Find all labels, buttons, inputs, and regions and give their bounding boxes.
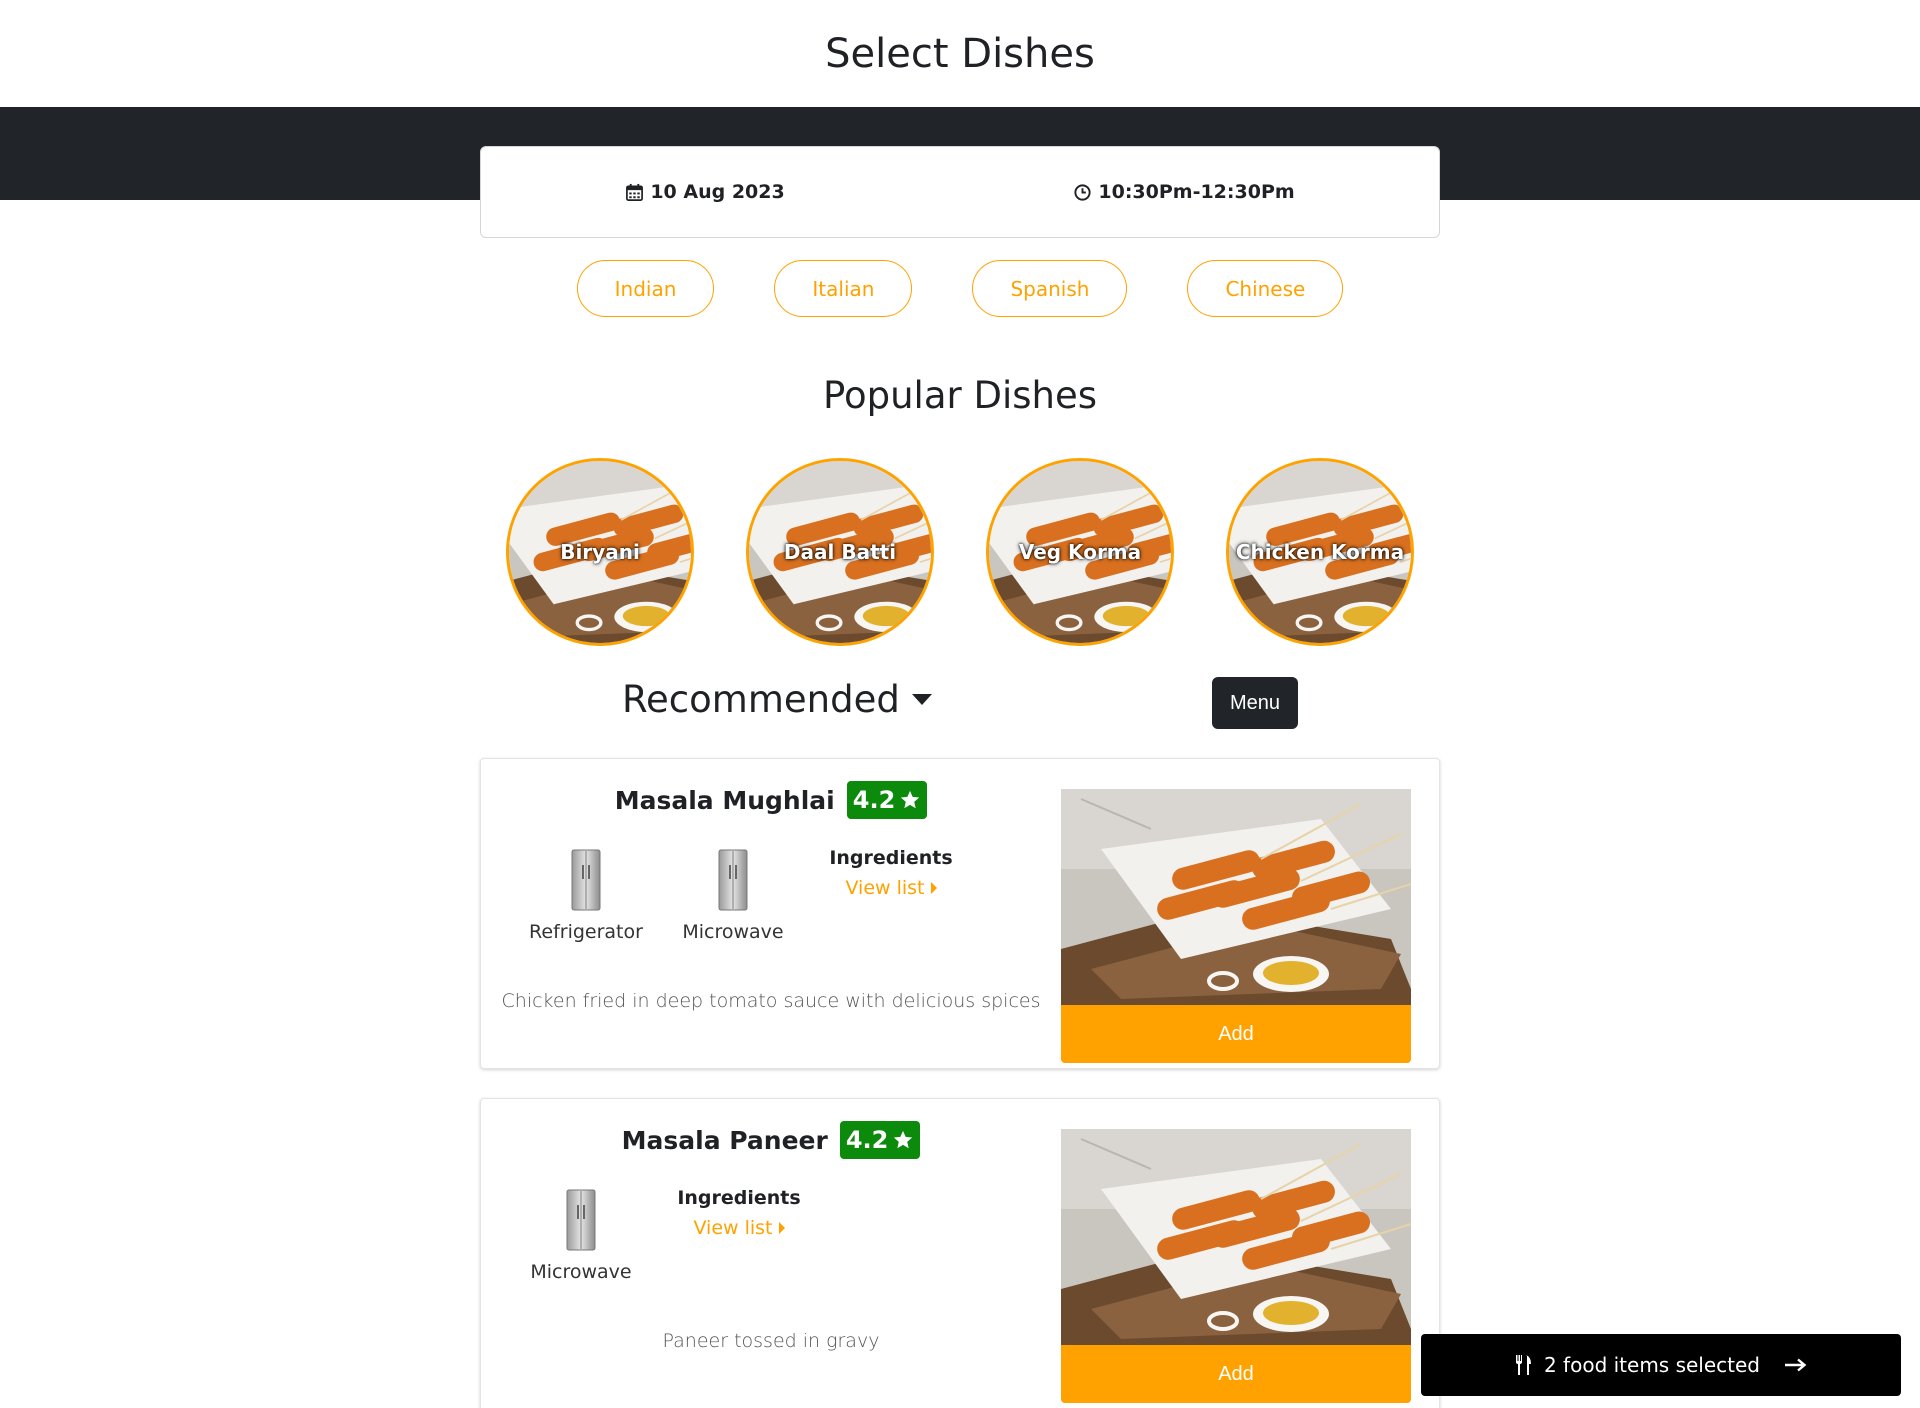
popular-dish-daal-batti[interactable]: Daal Batti xyxy=(746,458,934,646)
rating-value: 4.2 xyxy=(845,1126,889,1154)
dish-photo-block: Add xyxy=(1061,789,1411,1063)
schedule-time[interactable]: 10:30Pm-12:30Pm xyxy=(1073,181,1295,203)
appliance-label: Microwave xyxy=(530,1261,632,1283)
popular-dish-label: Daal Batti xyxy=(783,540,897,564)
appliance-refrigerator: Refrigerator xyxy=(521,849,651,943)
schedule-date-text: 10 Aug 2023 xyxy=(650,181,785,203)
schedule-date[interactable]: 10 Aug 2023 xyxy=(625,181,785,203)
dish-name: Masala Paneer xyxy=(621,1125,828,1155)
popular-dish-label: Biryani xyxy=(560,540,640,564)
recommended-bar: Recommended Menu xyxy=(0,672,1920,732)
view-list-link[interactable]: View list xyxy=(845,877,937,899)
appliance-microwave: Microwave xyxy=(516,1189,646,1283)
cart-summary-bar[interactable]: 2 food items selected xyxy=(1421,1334,1901,1396)
cart-summary-label: 2 food items selected xyxy=(1543,1353,1761,1377)
fork-knife-icon xyxy=(1515,1355,1531,1375)
rating-value: 4.2 xyxy=(852,786,896,814)
ingredients: Ingredients View list xyxy=(811,847,971,899)
caret-right-icon xyxy=(930,882,937,894)
appliance-label: Microwave xyxy=(682,921,784,943)
ingredients: Ingredients View list xyxy=(659,1187,819,1239)
star-icon xyxy=(894,1130,913,1149)
cuisine-indian-button[interactable]: Indian xyxy=(576,260,715,317)
dish-title-row: Masala Paneer 4.2 xyxy=(481,1121,1061,1159)
popular-dish-label: Chicken Korma xyxy=(1235,540,1405,564)
view-list-link[interactable]: View list xyxy=(693,1217,785,1239)
menu-button[interactable]: Menu xyxy=(1212,677,1298,729)
popular-dish-veg-korma[interactable]: Veg Korma xyxy=(986,458,1174,646)
recommended-dropdown[interactable]: Recommended xyxy=(622,678,932,721)
cuisine-spanish-button[interactable]: Spanish xyxy=(972,260,1128,317)
dish-info: Masala Paneer 4.2 Microwave Ingredients … xyxy=(481,1099,1061,1408)
add-button[interactable]: Add xyxy=(1061,1345,1411,1403)
caret-right-icon xyxy=(778,1222,785,1234)
popular-dish-label: Veg Korma xyxy=(1018,540,1142,564)
dish-info: Masala Mughlai 4.2 Refrigerator Microwav… xyxy=(481,759,1061,1068)
cuisine-chinese-button[interactable]: Chinese xyxy=(1187,260,1344,317)
page-title: Select Dishes xyxy=(825,30,1095,77)
page-header: Select Dishes xyxy=(0,0,1920,107)
dish-description: Paneer tossed in gravy xyxy=(662,1330,880,1352)
cuisine-filters: Indian Italian Spanish Chinese xyxy=(480,260,1440,317)
ingredients-title: Ingredients xyxy=(829,847,953,869)
dish-name: Masala Mughlai xyxy=(614,785,835,815)
view-list-label: View list xyxy=(845,877,925,899)
caret-down-icon xyxy=(911,694,932,705)
arrow-right-icon xyxy=(1785,1358,1807,1372)
popular-dishes-title: Popular Dishes xyxy=(822,374,1098,417)
clock-icon xyxy=(1074,183,1091,201)
rating-badge: 4.2 xyxy=(846,781,928,819)
dish-image xyxy=(1061,789,1411,1005)
fridge-icon xyxy=(718,849,748,911)
add-button[interactable]: Add xyxy=(1061,1005,1411,1063)
dish-description: Chicken fried in deep tomato sauce with … xyxy=(501,990,1041,1012)
popular-dish-chicken-korma[interactable]: Chicken Korma xyxy=(1226,458,1414,646)
recommended-label: Recommended xyxy=(622,678,900,721)
rating-badge: 4.2 xyxy=(839,1121,921,1159)
cuisine-italian-button[interactable]: Italian xyxy=(774,260,913,317)
ingredients-title: Ingredients xyxy=(677,1187,801,1209)
view-list-label: View list xyxy=(693,1217,773,1239)
dish-card: Masala Paneer 4.2 Microwave Ingredients … xyxy=(480,1098,1440,1408)
calendar-icon xyxy=(626,183,644,201)
star-icon xyxy=(901,790,920,809)
appliance-microwave: Microwave xyxy=(668,849,798,943)
popular-dish-biryani[interactable]: Biryani xyxy=(506,458,694,646)
popular-dishes-list: Biryani Daal Batti Veg Korma Chicken Kor… xyxy=(480,458,1440,646)
dish-image xyxy=(1061,1129,1411,1345)
schedule-card: 10 Aug 2023 10:30Pm-12:30Pm xyxy=(480,146,1440,238)
fridge-icon xyxy=(566,1189,596,1251)
schedule-time-text: 10:30Pm-12:30Pm xyxy=(1098,181,1295,203)
dish-card: Masala Mughlai 4.2 Refrigerator Microwav… xyxy=(480,758,1440,1069)
dish-photo-block: Add xyxy=(1061,1129,1411,1403)
dish-title-row: Masala Mughlai 4.2 xyxy=(481,781,1061,819)
appliance-label: Refrigerator xyxy=(529,921,643,943)
fridge-icon xyxy=(571,849,601,911)
